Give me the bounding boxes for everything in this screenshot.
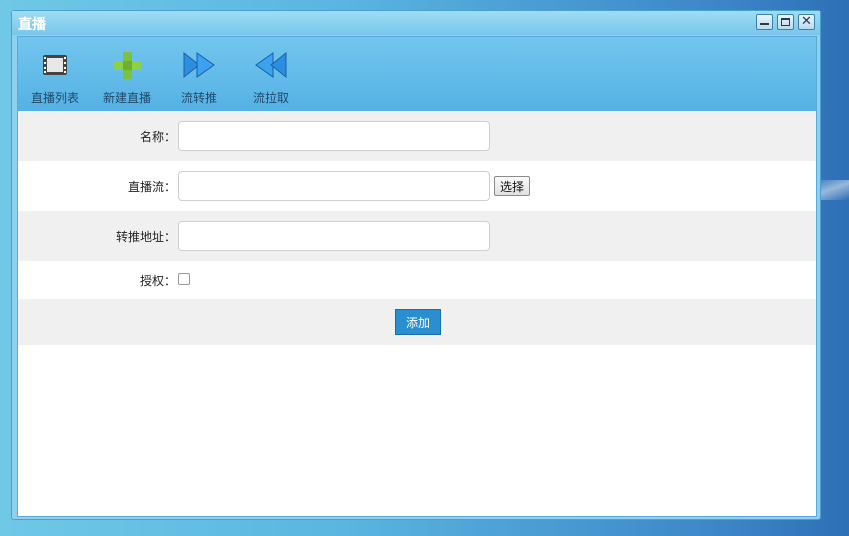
live-window: 直播 ✕ 直播列表 新建直播 流转推 流拉取 名称： 直播流： 选择 转推地址：… [11, 10, 821, 520]
toolbar-item-new-live[interactable]: 新建直播 [92, 43, 162, 107]
form-row-forward: 转推地址： [18, 211, 816, 261]
plus-icon [109, 47, 145, 83]
toolbar-item-label: 新建直播 [102, 91, 151, 105]
auth-checkbox[interactable] [178, 273, 190, 285]
close-icon: ✕ [801, 14, 812, 29]
toolbar-item-stream-push[interactable]: 流转推 [164, 43, 234, 107]
film-icon [37, 47, 73, 83]
fast-forward-icon [181, 47, 217, 83]
auth-label: 授权： [139, 273, 176, 288]
toolbar-item-label: 直播列表 [30, 91, 79, 105]
toolbar-item-stream-pull[interactable]: 流拉取 [236, 43, 306, 107]
toolbar-item-label: 流拉取 [252, 91, 289, 105]
stream-label: 直播流： [127, 179, 176, 194]
close-button[interactable]: ✕ [798, 14, 815, 30]
title-bar[interactable]: 直播 ✕ [12, 11, 820, 35]
toolbar-item-label: 流转推 [180, 91, 217, 105]
rewind-icon [253, 47, 289, 83]
window-title: 直播 [18, 17, 46, 33]
form-row-stream: 直播流： 选择 [18, 161, 816, 211]
form-row-submit: 添加 [18, 299, 816, 345]
toolbar-item-live-list[interactable]: 直播列表 [20, 43, 90, 107]
add-button[interactable]: 添加 [395, 309, 441, 335]
minimize-button[interactable] [756, 14, 773, 30]
maximize-button[interactable] [777, 14, 794, 30]
maximize-icon [781, 18, 790, 26]
name-input[interactable] [178, 121, 490, 151]
minimize-icon [760, 23, 769, 25]
form-row-name: 名称： [18, 111, 816, 161]
name-label: 名称： [139, 129, 176, 144]
window-content: 直播列表 新建直播 流转推 流拉取 名称： 直播流： 选择 转推地址： 授权： … [17, 36, 817, 517]
forward-address-label: 转推地址： [115, 229, 176, 244]
stream-input[interactable] [178, 171, 490, 201]
form-row-auth: 授权： [18, 261, 816, 299]
choose-stream-button[interactable]: 选择 [494, 176, 530, 196]
toolbar: 直播列表 新建直播 流转推 流拉取 [18, 37, 816, 111]
forward-address-input[interactable] [178, 221, 490, 251]
